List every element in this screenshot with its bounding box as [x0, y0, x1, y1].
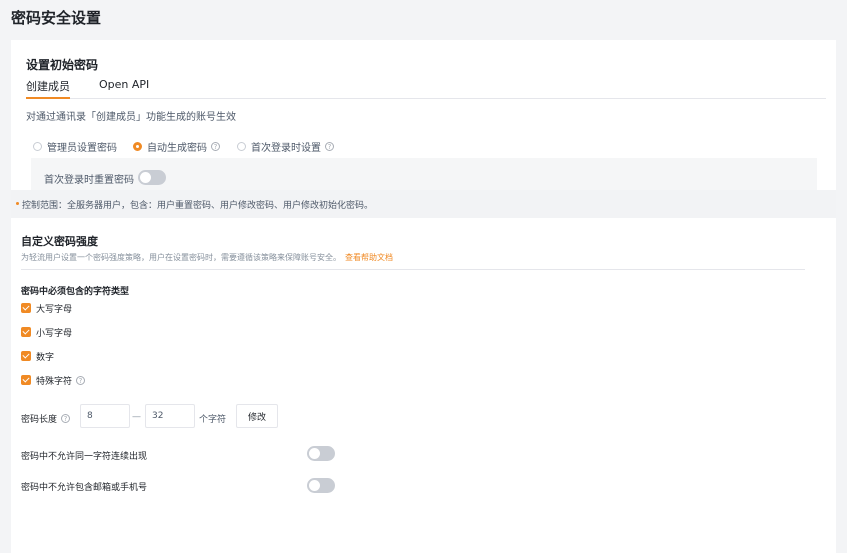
radio-checked-icon	[133, 141, 142, 151]
char-types-title: 密码中必须包含的字符类型	[21, 287, 130, 297]
radio-admin-set-password[interactable]: 管理员设置密码	[33, 139, 117, 154]
checkbox-checked-icon	[21, 351, 31, 361]
radio-label: 管理员设置密码	[47, 142, 117, 154]
question-circle-icon[interactable]: ?	[76, 375, 86, 385]
top-bar: 密码安全设置	[0, 0, 847, 40]
help-doc-link[interactable]: 查看帮助文档	[345, 253, 393, 262]
radio-auto-generate-password[interactable]: 自动生成密码 ?	[133, 139, 220, 154]
checkbox-checked-icon	[21, 327, 31, 337]
scope-notice: 控制范围：全服务器用户，包含：用户重置密码、用户修改密码、用户修改初始化密码。	[11, 190, 836, 218]
checkbox-label: 特殊字符	[36, 376, 73, 387]
page-root: 密码安全设置 设置初始密码 创建成员 Open API 对通过通讯录「创建成员」…	[0, 0, 847, 553]
reset-on-first-login-toggle[interactable]	[138, 170, 166, 185]
min-length-input[interactable]	[80, 404, 130, 428]
strength-title: 自定义密码强度	[21, 235, 98, 248]
modify-length-button[interactable]: 修改	[236, 404, 278, 428]
checkbox-digits[interactable]: 数字	[21, 350, 55, 363]
radio-set-on-first-login[interactable]: 首次登录时设置 ?	[237, 139, 334, 154]
question-circle-icon[interactable]: ?	[61, 414, 71, 423]
radio-circle-icon	[33, 141, 42, 151]
question-circle-icon[interactable]: ?	[211, 141, 220, 151]
strength-description-text: 为轻流用户设置一个密码强度策略，用户在设置密码时，需要遵循该策略来保障账号安全。	[21, 253, 341, 262]
rule-no-email-phone-toggle[interactable]	[307, 478, 335, 493]
checkbox-label: 小写字母	[36, 328, 73, 339]
rule-no-repeat-toggle[interactable]	[307, 446, 335, 461]
length-unit: 个字符	[199, 415, 227, 425]
checkbox-label: 数字	[36, 352, 55, 363]
password-length-text: 密码长度	[21, 415, 58, 425]
radio-label: 自动生成密码	[147, 142, 207, 154]
tab-bar: 创建成员 Open API	[26, 78, 826, 99]
scope-text: 控制范围：全服务器用户，包含：用户重置密码、用户修改密码、用户修改初始化密码。	[22, 201, 374, 211]
checkbox-lowercase[interactable]: 小写字母	[21, 326, 73, 339]
radio-circle-icon	[237, 141, 246, 151]
bullet-dot-icon	[16, 202, 19, 205]
checkbox-uppercase[interactable]: 大写字母	[21, 302, 73, 315]
rule-no-email-phone-label: 密码中不允许包含邮箱或手机号	[21, 483, 148, 493]
password-length-label: 密码长度 ?	[21, 412, 71, 425]
initial-password-title: 设置初始密码	[26, 58, 99, 72]
checkbox-special-chars[interactable]: 特殊字符 ?	[21, 374, 86, 387]
checkbox-checked-icon	[21, 303, 31, 313]
settings-card: 设置初始密码 创建成员 Open API 对通过通讯录「创建成员」功能生成的账号…	[11, 40, 847, 553]
page-gutter	[836, 40, 847, 553]
strength-description: 为轻流用户设置一个密码强度策略，用户在设置密码时，需要遵循该策略来保障账号安全。…	[21, 252, 393, 263]
reset-on-first-login-label: 首次登录时重置密码	[44, 175, 134, 186]
question-circle-icon[interactable]: ?	[325, 141, 334, 151]
page-title: 密码安全设置	[11, 9, 102, 27]
radio-label: 首次登录时设置	[251, 142, 321, 154]
max-length-input[interactable]	[145, 404, 195, 428]
divider	[21, 269, 805, 270]
length-separator: —	[132, 412, 141, 422]
checkbox-label: 大写字母	[36, 304, 73, 315]
checkbox-checked-icon	[21, 375, 31, 385]
rule-no-repeat-label: 密码中不允许同一字符连续出现	[21, 452, 148, 462]
tab-open-api[interactable]: Open API	[99, 78, 149, 97]
tab-create-member[interactable]: 创建成员	[26, 78, 70, 99]
tab-description: 对通过通讯录「创建成员」功能生成的账号生效	[26, 112, 236, 123]
